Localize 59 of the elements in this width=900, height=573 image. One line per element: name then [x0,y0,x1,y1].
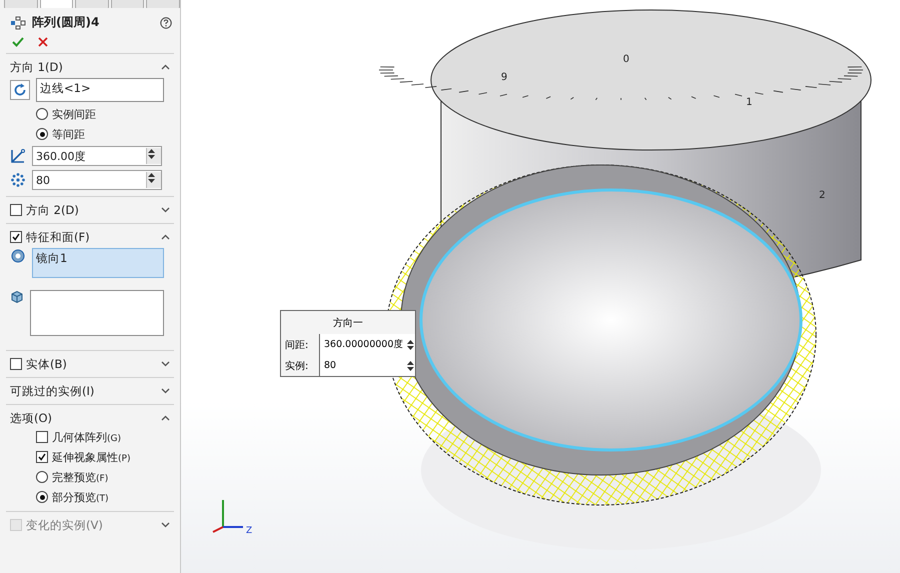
circular-pattern-icon [10,16,26,30]
instances-icon [10,172,26,188]
feature-title: 阵列(圆周)4 [32,14,100,31]
cancel-x-icon[interactable] [38,37,48,47]
scale-number: 0 [623,54,630,65]
spinner-arrows-icon[interactable] [406,360,415,372]
checkbox-label: 几何体阵列(G) [52,430,121,444]
reverse-direction-button[interactable] [10,80,30,100]
help-icon[interactable] [160,16,172,28]
instances-input[interactable]: 80 [32,170,162,190]
cube-icon [10,290,24,304]
section-title: 实体(B) [26,356,68,372]
popup-input[interactable]: 80 [319,355,415,376]
checkbox[interactable] [36,451,48,463]
radio-label: 完整预览(F) [52,470,108,484]
scale-number: 2 [819,190,826,201]
features-list-field[interactable]: 镜向1 [32,248,164,278]
radio-label: 实例间距 [52,106,96,122]
scale-number: 9 [501,72,508,83]
spinner-arrows-icon[interactable] [147,172,156,184]
axis-triad-icon [212,500,243,533]
radio-button[interactable] [36,128,48,140]
section-title: 变化的实例(V) [26,518,104,532]
chevron-down-icon[interactable] [161,388,170,394]
chevron-down-icon[interactable] [161,361,170,367]
scale-number: 1 [746,97,752,108]
radio-label: 等间距 [52,126,85,142]
popup-input[interactable]: 360.00000000度 [319,334,415,355]
section-title: 可跳过的实例(I) [10,384,96,398]
radio-button[interactable] [36,471,48,483]
ok-checkmark-icon[interactable] [12,37,24,47]
checkbox-label: 延伸视象属性(P) [52,450,130,464]
popup-title: 方向一 [332,316,364,331]
popup-label: 实例: [284,360,310,372]
chevron-up-icon[interactable] [161,64,170,70]
section-title: 方向 2(D) [26,202,80,218]
spinner-arrows-icon[interactable] [147,148,156,160]
angle-icon [10,148,26,164]
chevron-up-icon[interactable] [161,234,170,240]
radio-label: 部分预览(T) [52,490,109,504]
checkbox[interactable] [10,231,22,243]
edge-selection-field[interactable]: 边线<1> [36,78,164,102]
radio-button[interactable] [36,108,48,120]
section-title: 选项(O) [10,410,54,426]
axis-label: Z [246,526,252,536]
checkbox[interactable] [10,358,22,370]
faces-list-field[interactable] [30,290,164,336]
section-title: 方向 1(D) [10,60,64,74]
section-title: 特征和面(F) [26,230,91,244]
checkbox[interactable] [10,204,22,216]
checkbox[interactable] [36,431,48,443]
popup-label: 间距: [284,338,310,352]
radio-button[interactable] [36,491,48,503]
angle-input[interactable]: 360.00度 [32,146,162,166]
feature-icon [10,248,26,264]
spinner-arrows-icon[interactable] [406,338,415,350]
chevron-up-icon[interactable] [161,415,170,421]
chevron-down-icon[interactable] [161,207,170,213]
circular-arrow-icon [13,83,27,97]
